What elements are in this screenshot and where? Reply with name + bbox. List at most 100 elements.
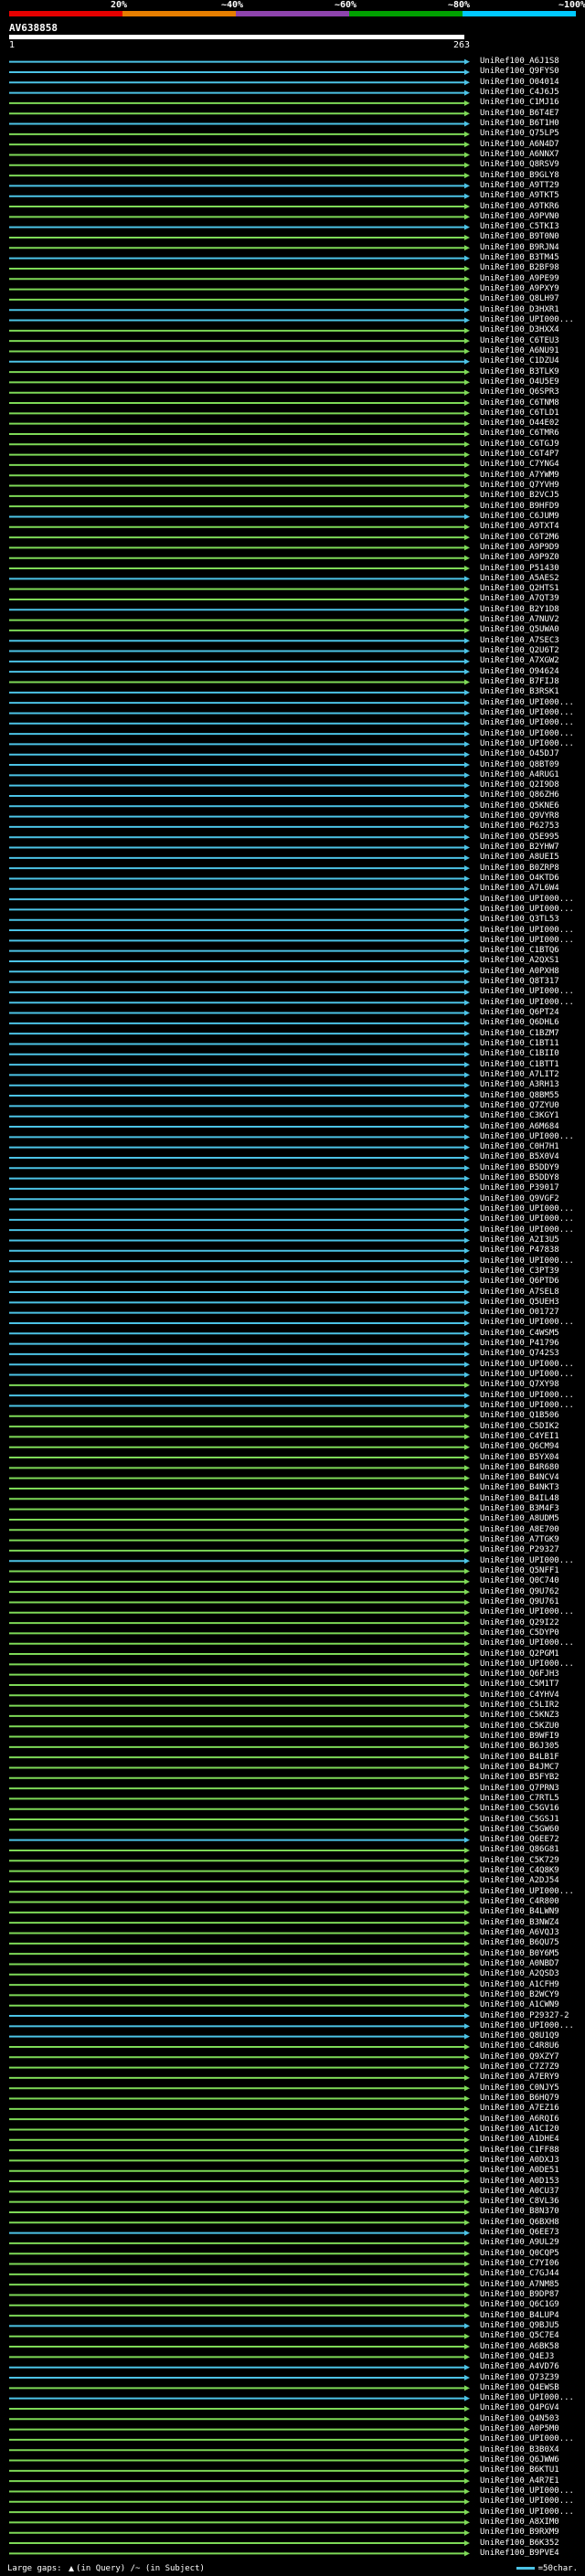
hit-label[interactable]: UniRef100_B9RJN4	[480, 243, 559, 252]
hit-label[interactable]: UniRef100_C5LIR2	[480, 1701, 559, 1710]
hit-label[interactable]: UniRef100_UPI000...	[480, 2394, 574, 2402]
hit-label[interactable]: UniRef100_Q6SPR3	[480, 388, 559, 397]
hit-label[interactable]: UniRef100_UPI000...	[480, 1401, 574, 1410]
hit-label[interactable]: UniRef100_B9DP87	[480, 2290, 559, 2299]
hit-label[interactable]: UniRef100_B9PVE4	[480, 2549, 559, 2558]
hit-label[interactable]: UniRef100_C3PT39	[480, 1267, 559, 1276]
hit-label[interactable]: UniRef100_A7XGW2	[480, 657, 559, 665]
hit-label[interactable]: UniRef100_Q8RSV9	[480, 161, 559, 169]
hit-label[interactable]: UniRef100_B6J305	[480, 1743, 559, 1751]
hit-label[interactable]: UniRef100_A8E700	[480, 1525, 559, 1534]
hit-label[interactable]: UniRef100_A0DXJ3	[480, 2156, 559, 2165]
hit-label[interactable]: UniRef100_C6TLD1	[480, 408, 559, 418]
hit-label[interactable]: UniRef100_B3B0X4	[480, 2445, 559, 2454]
hit-label[interactable]: UniRef100_A9TKT5	[480, 192, 559, 200]
hit-label[interactable]: UniRef100_A9P9Z0	[480, 554, 559, 562]
hit-label[interactable]: UniRef100_O4KTD6	[480, 874, 559, 883]
hit-label[interactable]: UniRef100_A7NUV2	[480, 616, 559, 624]
hit-label[interactable]: UniRef100_UPI000...	[480, 729, 574, 738]
hit-label[interactable]: UniRef100_B9GLY8	[480, 171, 559, 180]
hit-label[interactable]: UniRef100_A2QSD3	[480, 1970, 559, 1978]
hit-label[interactable]: UniRef100_B5DDY8	[480, 1174, 559, 1182]
hit-label[interactable]: UniRef100_Q5C7E4	[480, 2332, 559, 2340]
hit-label[interactable]: UniRef100_B4NKT3	[480, 1484, 559, 1492]
hit-label[interactable]: UniRef100_A7TGK9	[480, 1536, 559, 1544]
hit-label[interactable]: UniRef100_A9PXY9	[480, 285, 559, 293]
hit-label[interactable]: UniRef100_C6T4P7	[480, 451, 559, 459]
hit-label[interactable]: UniRef100_Q6BXH8	[480, 2218, 559, 2227]
hit-label[interactable]: UniRef100_B2Y1D8	[480, 605, 559, 614]
hit-label[interactable]: UniRef100_Q2I9D8	[480, 781, 559, 790]
hit-label[interactable]: UniRef100_C6T2M6	[480, 533, 559, 542]
hit-label[interactable]: UniRef100_B2BF98	[480, 264, 559, 272]
hit-label[interactable]: UniRef100_C5GV16	[480, 1805, 559, 1813]
hit-label[interactable]: UniRef100_Q3TL53	[480, 916, 559, 924]
hit-label[interactable]: UniRef100_Q4PGV4	[480, 2404, 559, 2412]
hit-label[interactable]: UniRef100_UPI000...	[480, 2486, 574, 2496]
hit-label[interactable]: UniRef100_B9RXM9	[480, 2528, 559, 2537]
hit-label[interactable]: UniRef100_B3RSK1	[480, 688, 559, 696]
hit-label[interactable]: UniRef100_Q5E995	[480, 832, 559, 842]
hit-label[interactable]: UniRef100_C1BTT1	[480, 1060, 559, 1069]
hit-label[interactable]: UniRef100_B6T4E7	[480, 109, 559, 118]
hit-label[interactable]: UniRef100_UPI000...	[480, 719, 574, 727]
hit-label[interactable]: UniRef100_A0D153	[480, 2177, 559, 2186]
hit-label[interactable]: UniRef100_UPI000...	[480, 1391, 574, 1400]
hit-label[interactable]: UniRef100_Q4EWSB	[480, 2383, 559, 2392]
hit-label[interactable]: UniRef100_A1CFH9	[480, 1980, 559, 1989]
hit-label[interactable]: UniRef100_C7Z7Z9	[480, 2063, 559, 2072]
hit-label[interactable]: UniRef100_A7YWM9	[480, 471, 559, 480]
hit-label[interactable]: UniRef100_UPI000...	[480, 739, 574, 748]
hit-label[interactable]: UniRef100_A3RH13	[480, 1081, 559, 1089]
hit-label[interactable]: UniRef100_B3TM45	[480, 254, 559, 262]
hit-label[interactable]: UniRef100_A4R7E1	[480, 2476, 559, 2486]
hit-label[interactable]: UniRef100_C7RTL5	[480, 1794, 559, 1803]
hit-label[interactable]: UniRef100_C6TMR6	[480, 429, 559, 438]
hit-label[interactable]: UniRef100_O01727	[480, 1309, 559, 1317]
hit-label[interactable]: UniRef100_A7L6W4	[480, 885, 559, 893]
hit-label[interactable]: UniRef100_UPI000...	[480, 2435, 574, 2443]
hit-label[interactable]: UniRef100_C1BZM7	[480, 1029, 559, 1038]
hit-label[interactable]: UniRef100_Q8BM55	[480, 1091, 559, 1100]
hit-label[interactable]: UniRef100_C1MJ16	[480, 99, 559, 107]
hit-label[interactable]: UniRef100_UPI000...	[480, 2507, 574, 2517]
hit-label[interactable]: UniRef100_B3M4F3	[480, 1505, 559, 1513]
hit-label[interactable]: UniRef100_A4VD76	[480, 2363, 559, 2371]
hit-label[interactable]: UniRef100_B5YX04	[480, 1453, 559, 1462]
hit-label[interactable]: UniRef100_UPI000...	[480, 1639, 574, 1648]
hit-label[interactable]: UniRef100_C4YEI1	[480, 1432, 559, 1441]
hit-label[interactable]: UniRef100_A6N4D7	[480, 140, 559, 149]
hit-label[interactable]: UniRef100_C8VL36	[480, 2198, 559, 2206]
hit-label[interactable]: UniRef100_P51430	[480, 564, 559, 573]
hit-label[interactable]: UniRef100_C4YHV4	[480, 1691, 559, 1700]
hit-label[interactable]: UniRef100_Q9VYR8	[480, 812, 559, 821]
hit-label[interactable]: UniRef100_Q7YVH9	[480, 482, 559, 490]
hit-label[interactable]: UniRef100_Q7ZYU0	[480, 1101, 559, 1110]
hit-label[interactable]: UniRef100_A6RQI6	[480, 2115, 559, 2124]
hit-label[interactable]: UniRef100_B4LWN9	[480, 1908, 559, 1916]
hit-label[interactable]: UniRef100_A7SEC3	[480, 636, 559, 645]
hit-label[interactable]: UniRef100_Q2U6T2	[480, 647, 559, 655]
hit-label[interactable]: UniRef100_B4R680	[480, 1463, 559, 1472]
hit-label[interactable]: UniRef100_C1BT11	[480, 1039, 559, 1048]
hit-label[interactable]: UniRef100_C5DYP0	[480, 1628, 559, 1638]
hit-label[interactable]: UniRef100_Q9FYS0	[480, 68, 559, 76]
hit-label[interactable]: UniRef100_B8N370	[480, 2208, 559, 2216]
hit-label[interactable]: UniRef100_O4U5E9	[480, 377, 559, 387]
hit-label[interactable]: UniRef100_C4Q8K9	[480, 1867, 559, 1875]
hit-label[interactable]: UniRef100_C5M1T7	[480, 1680, 559, 1689]
hit-label[interactable]: UniRef100_UPI000...	[480, 1132, 574, 1141]
hit-label[interactable]: UniRef100_UPI000...	[480, 1256, 574, 1266]
hit-label[interactable]: UniRef100_C1FF88	[480, 2146, 559, 2155]
hit-label[interactable]: UniRef100_UPI000...	[480, 698, 574, 707]
hit-label[interactable]: UniRef100_B5X0V4	[480, 1153, 559, 1161]
hit-label[interactable]: UniRef100_Q8LH97	[480, 295, 559, 303]
hit-label[interactable]: UniRef100_A8UEI5	[480, 853, 559, 862]
hit-label[interactable]: UniRef100_A0NBD7	[480, 1959, 559, 1968]
hit-label[interactable]: UniRef100_Q86G81	[480, 1846, 559, 1854]
hit-label[interactable]: UniRef100_C1BTQ6	[480, 947, 559, 955]
hit-label[interactable]: UniRef100_Q6CM94	[480, 1443, 559, 1451]
hit-label[interactable]: UniRef100_Q6JWW6	[480, 2456, 559, 2465]
hit-label[interactable]: UniRef100_C5DIK2	[480, 1422, 559, 1431]
hit-label[interactable]: UniRef100_P47838	[480, 1246, 559, 1255]
